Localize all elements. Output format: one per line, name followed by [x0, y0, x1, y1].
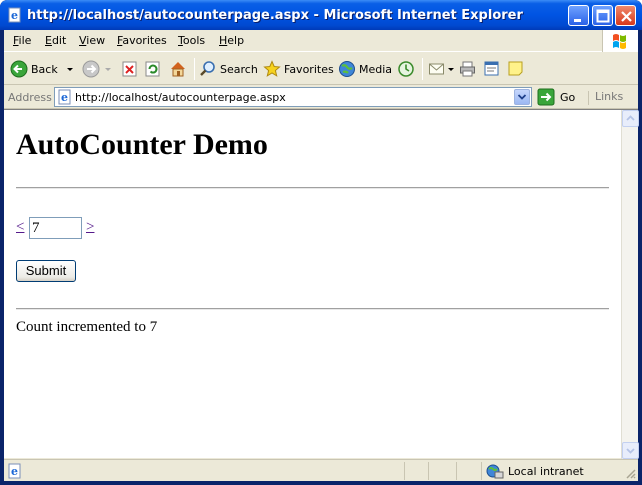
- decrement-link[interactable]: <: [16, 219, 24, 236]
- go-button[interactable]: Go: [537, 88, 575, 106]
- close-icon: [621, 11, 632, 22]
- status-pane: [404, 462, 405, 480]
- increment-link[interactable]: >: [86, 219, 94, 236]
- home-button[interactable]: [169, 58, 187, 80]
- status-pane: [481, 462, 482, 480]
- toolbar-separator: [194, 58, 195, 80]
- ie-page-icon: e: [58, 89, 71, 105]
- chevron-down-icon: [105, 68, 111, 71]
- home-icon: [171, 62, 185, 77]
- chevron-down-icon: [448, 68, 454, 71]
- security-zone: Local intranet: [486, 463, 584, 479]
- back-button[interactable]: Back: [10, 58, 76, 80]
- close-button[interactable]: [615, 5, 636, 26]
- standard-toolbar: Back Search Favorites Media: [4, 53, 638, 85]
- ie-page-icon: e: [8, 7, 21, 23]
- counter-input[interactable]: [29, 217, 82, 239]
- minimize-icon: [574, 19, 581, 22]
- status-pane: [456, 462, 457, 480]
- menu-tools[interactable]: Tools: [178, 34, 205, 47]
- vertical-scrollbar[interactable]: [621, 110, 639, 459]
- toolbar-separator: [422, 58, 423, 80]
- print-button[interactable]: [459, 58, 477, 80]
- ie-page-icon: e: [8, 463, 21, 479]
- chevron-down-icon: [517, 94, 527, 100]
- browser-frame: File Edit View Favorites Tools Help Back: [4, 30, 639, 481]
- window-title: http://localhost/autocounterpage.aspx - …: [27, 8, 523, 23]
- divider: [16, 308, 609, 310]
- address-dropdown-button[interactable]: [514, 89, 530, 105]
- printer-icon: [460, 61, 475, 77]
- go-arrow-icon: [537, 88, 555, 106]
- svg-text:e: e: [11, 465, 18, 478]
- mail-icon: [429, 63, 444, 75]
- history-button[interactable]: [397, 58, 415, 80]
- refresh-icon: [145, 61, 160, 77]
- maximize-button[interactable]: [592, 5, 613, 26]
- scroll-down-button[interactable]: [622, 442, 639, 459]
- scroll-up-button[interactable]: [622, 110, 639, 127]
- address-label: Address: [8, 91, 52, 104]
- address-url: http://localhost/autocounterpage.aspx: [75, 91, 286, 104]
- refresh-button[interactable]: [145, 58, 161, 80]
- links-button[interactable]: Links: [588, 91, 623, 105]
- menu-view[interactable]: View: [79, 34, 105, 47]
- discuss-button[interactable]: [507, 58, 525, 80]
- maximize-icon: [596, 9, 610, 23]
- media-globe-icon: [339, 61, 355, 77]
- page-heading: AutoCounter Demo: [16, 128, 268, 161]
- stop-icon: [122, 61, 137, 77]
- title-bar[interactable]: e http://localhost/autocounterpage.aspx …: [0, 0, 642, 30]
- count-message: Count incremented to 7: [16, 319, 158, 335]
- status-pane: [428, 462, 429, 480]
- menu-favorites[interactable]: Favorites: [117, 34, 167, 47]
- page-viewport: AutoCounter Demo < > Submit Count increm…: [4, 109, 639, 459]
- history-icon: [398, 61, 414, 77]
- search-button[interactable]: Search: [199, 58, 258, 80]
- menu-help[interactable]: Help: [219, 34, 244, 47]
- chevron-down-icon: [66, 68, 73, 71]
- media-button[interactable]: Media: [338, 58, 392, 80]
- edit-button[interactable]: [483, 58, 501, 80]
- svg-text:e: e: [11, 9, 18, 22]
- stop-button[interactable]: [122, 58, 138, 80]
- submit-button[interactable]: Submit: [16, 260, 76, 282]
- status-bar: e Local intranet: [4, 459, 638, 481]
- menu-edit[interactable]: Edit: [45, 34, 66, 47]
- note-icon: [508, 61, 523, 76]
- svg-text:e: e: [61, 91, 68, 104]
- favorites-button[interactable]: Favorites: [263, 58, 334, 80]
- address-bar: Address e http://localhost/autocounterpa…: [4, 85, 638, 109]
- forward-arrow-icon: [82, 60, 100, 78]
- windows-logo-icon: [602, 30, 638, 52]
- search-icon: [200, 61, 215, 76]
- menu-file[interactable]: File: [13, 34, 31, 47]
- resize-grip-icon[interactable]: [624, 467, 636, 479]
- forward-button[interactable]: [82, 58, 114, 80]
- back-arrow-icon: [10, 60, 28, 78]
- chevron-down-icon: [626, 448, 635, 454]
- menu-bar: File Edit View Favorites Tools Help: [4, 30, 638, 52]
- chevron-up-icon: [626, 115, 635, 121]
- star-icon: [263, 60, 281, 77]
- minimize-button[interactable]: [568, 5, 589, 26]
- divider: [16, 187, 609, 189]
- mail-button[interactable]: [428, 58, 456, 80]
- intranet-zone-icon: [486, 464, 504, 479]
- edit-page-icon: [484, 61, 499, 76]
- address-input[interactable]: e http://localhost/autocounterpage.aspx: [54, 87, 532, 107]
- browser-window: e http://localhost/autocounterpage.aspx …: [0, 0, 642, 485]
